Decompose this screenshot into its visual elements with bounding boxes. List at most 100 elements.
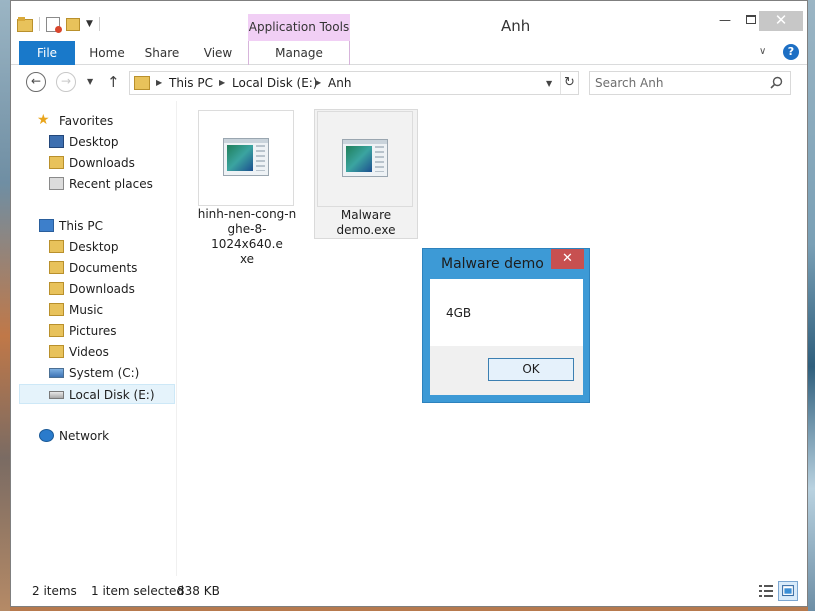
sidebar-item-label: Downloads [69, 282, 135, 296]
window-title: Anh [501, 17, 531, 35]
sidebar-item-local-disk-e[interactable]: Local Disk (E:) [19, 384, 175, 404]
folder-icon [49, 345, 64, 358]
tab-share[interactable]: Share [139, 41, 185, 65]
sidebar-item-recent-places[interactable]: Recent places [19, 174, 175, 194]
star-icon: ★ [37, 112, 50, 128]
sidebar-item-label: Pictures [69, 324, 117, 338]
dialog-close-button[interactable]: ✕ [551, 249, 584, 269]
breadcrumb-local-disk[interactable]: Local Disk (E:) [232, 76, 318, 90]
search-input[interactable] [595, 75, 765, 91]
item-count: 2 items [32, 584, 77, 598]
search-box[interactable] [589, 71, 791, 95]
dialog-footer: OK [430, 346, 583, 395]
sidebar-item-label: Desktop [69, 240, 119, 254]
forward-button[interactable]: → [56, 72, 76, 92]
expand-ribbon-icon[interactable]: ∨ [759, 46, 766, 57]
context-tab-group-label: Application Tools [248, 14, 350, 41]
recent-places-icon [49, 177, 64, 190]
ribbon-tabs: File Home Share View Manage ∨ ? [11, 41, 807, 65]
file-name-line: hinh-nen-cong-n [197, 207, 297, 221]
sidebar-item-label: Documents [69, 261, 138, 275]
sidebar-item-documents[interactable]: Documents [19, 258, 175, 278]
selection-size: 838 KB [177, 584, 220, 598]
sidebar-section-label: Favorites [59, 114, 114, 128]
sidebar-item-downloads[interactable]: Downloads [19, 279, 175, 299]
sidebar-item-label: Recent places [69, 177, 153, 191]
network-icon [39, 429, 54, 442]
application-icon [223, 138, 269, 176]
folder-icon [134, 76, 150, 90]
desktop-wallpaper-right [808, 0, 815, 611]
minimize-button[interactable]: — [711, 11, 739, 31]
file-item-selected[interactable]: Malware demo.exe [314, 109, 418, 239]
sidebar-item-label: System (C:) [69, 366, 140, 380]
new-folder-icon[interactable] [66, 17, 80, 31]
navigation-bar: ← → ▼ ↑ ▶ This PC ▶ Local Disk (E:) ▶ An… [11, 65, 807, 101]
refresh-icon[interactable]: ↻ [560, 72, 578, 94]
up-one-level-button[interactable]: ↑ [107, 73, 120, 91]
breadcrumb-anh[interactable]: Anh [328, 76, 351, 90]
dialog-message: 4GB [446, 306, 472, 320]
status-bar: 2 items 1 item selected 838 KB [11, 579, 807, 606]
folder-icon [49, 324, 64, 337]
sidebar-section-label: This PC [59, 219, 103, 233]
toolbar-divider [98, 17, 100, 31]
ok-button[interactable]: OK [488, 358, 574, 381]
file-item[interactable]: hinh-nen-cong-n ghe-8-1024x640.e xe [196, 109, 300, 266]
dialog-title: Malware demo [441, 256, 544, 272]
downloads-folder-icon [49, 156, 64, 169]
desktop-icon [49, 135, 64, 148]
title-bar: ▼ Application Tools Anh — ✕ [11, 1, 807, 41]
desktop-wallpaper-left [0, 0, 10, 611]
sidebar-item-system-c[interactable]: System (C:) [19, 363, 175, 383]
explorer-window: ▼ Application Tools Anh — ✕ File Home Sh… [10, 0, 808, 607]
message-box-dialog: Malware demo ✕ 4GB OK [422, 248, 590, 403]
breadcrumb-this-pc[interactable]: This PC [169, 76, 213, 90]
sidebar-item-videos[interactable]: Videos [19, 342, 175, 362]
search-icon[interactable] [768, 75, 784, 91]
tab-manage[interactable]: Manage [248, 41, 350, 65]
sidebar-item-music[interactable]: Music [19, 300, 175, 320]
sidebar-item-label: Local Disk (E:) [69, 388, 155, 402]
file-name: Malware demo.exe [315, 208, 417, 238]
sidebar-item-label: Music [69, 303, 104, 317]
help-icon[interactable]: ? [783, 44, 799, 60]
properties-icon[interactable] [46, 16, 62, 33]
local-disk-icon [49, 391, 64, 399]
folder-icon [49, 303, 64, 316]
file-thumbnail [198, 110, 294, 206]
file-name: hinh-nen-cong-n ghe-8-1024x640.e xe [196, 207, 298, 267]
this-pc-icon [39, 219, 54, 232]
large-icons-view-icon[interactable] [778, 581, 798, 601]
toolbar-divider [39, 17, 40, 31]
sidebar-item-label: Videos [69, 345, 109, 359]
tab-view[interactable]: View [195, 41, 241, 65]
address-history-dropdown-icon[interactable]: ▼ [546, 79, 552, 88]
close-window-button[interactable]: ✕ [759, 11, 803, 31]
tab-home[interactable]: Home [77, 41, 137, 65]
sidebar-this-pc[interactable]: This PC [19, 216, 175, 236]
sidebar-item-favorites-desktop[interactable]: Desktop [19, 132, 175, 152]
address-bar[interactable]: ▶ This PC ▶ Local Disk (E:) ▶ Anh ▼ ↻ [129, 71, 579, 95]
folder-icon [49, 261, 64, 274]
folder-icon [49, 240, 64, 253]
sidebar-item-pictures[interactable]: Pictures [19, 321, 175, 341]
breadcrumb-separator-icon[interactable]: ▶ [219, 78, 225, 87]
breadcrumb-separator-icon[interactable]: ▶ [315, 78, 321, 87]
breadcrumb-separator-icon[interactable]: ▶ [156, 78, 162, 87]
sidebar-item-label: Desktop [69, 135, 119, 149]
recent-locations-dropdown-icon[interactable]: ▼ [87, 77, 93, 86]
file-name-line: xe [239, 252, 255, 266]
tab-file[interactable]: File [19, 41, 75, 65]
customize-toolbar-dropdown-icon[interactable]: ▼ [86, 19, 93, 29]
sidebar-item-favorites-downloads[interactable]: Downloads [19, 153, 175, 173]
sidebar-section-label: Network [59, 429, 110, 443]
file-name-line: Malware [340, 208, 392, 222]
sidebar-favorites[interactable]: ★ Favorites [19, 111, 175, 131]
details-view-icon[interactable] [756, 581, 776, 601]
file-name-line: demo.exe [336, 223, 396, 237]
back-button[interactable]: ← [26, 72, 46, 92]
sidebar-item-desktop[interactable]: Desktop [19, 237, 175, 257]
sidebar-network[interactable]: Network [19, 426, 175, 446]
selection-count: 1 item selected [91, 584, 185, 598]
